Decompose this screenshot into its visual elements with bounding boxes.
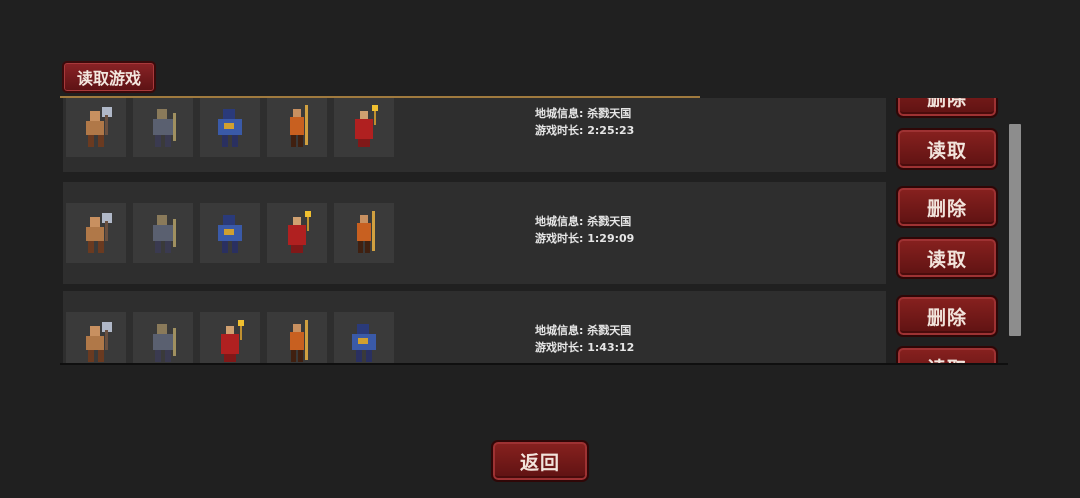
playtime-value: 1:29:09 xyxy=(587,232,635,245)
playtime-label: 游戏时长: xyxy=(535,232,584,245)
dungeon-label: 地城信息: xyxy=(535,107,584,120)
save-slot-3[interactable]: 地城信息: 杀戮天国 游戏时长: 1:43:12 xyxy=(63,291,886,364)
hero-portrait xyxy=(133,312,193,364)
hero-portrait xyxy=(66,312,126,364)
axe-warrior-sprite xyxy=(86,107,112,147)
hero-portrait xyxy=(200,203,260,263)
hero-portrait xyxy=(66,203,126,263)
armored-knight-sprite xyxy=(153,324,176,362)
tab-load-game: 读取游戏 xyxy=(62,61,156,93)
blue-golem-sprite xyxy=(218,109,242,147)
hero-portrait xyxy=(334,98,394,157)
scrollbar-thumb[interactable] xyxy=(1009,124,1021,336)
playtime-value: 1:43:12 xyxy=(587,341,635,354)
hero-portrait xyxy=(200,312,260,364)
dungeon-value: 杀戮天国 xyxy=(587,324,632,337)
hero-portrait xyxy=(267,203,327,263)
hero-portrait xyxy=(133,98,193,157)
hero-portrait xyxy=(66,98,126,157)
dungeon-value: 杀戮天国 xyxy=(587,215,632,228)
save-slot-2[interactable]: 地城信息: 杀戮天国 游戏时长: 1:29:09 xyxy=(63,182,886,284)
delete-button-slot-0[interactable]: 删除 xyxy=(896,98,998,118)
armored-knight-sprite xyxy=(153,215,176,253)
hero-portrait xyxy=(133,203,193,263)
axe-warrior-sprite xyxy=(86,213,112,253)
dungeon-label: 地城信息: xyxy=(535,324,584,337)
red-mage-sprite xyxy=(221,320,244,362)
blue-golem-sprite xyxy=(352,324,376,362)
staff-monk-sprite xyxy=(357,211,375,253)
playtime-label: 游戏时长: xyxy=(535,341,584,354)
dungeon-label: 地城信息: xyxy=(535,215,584,228)
delete-button-slot-3[interactable]: 删除 xyxy=(896,295,998,337)
load-button-slot-3[interactable]: 读取 xyxy=(896,346,998,364)
slot-info: 地城信息: 杀戮天国 游戏时长: 1:43:12 xyxy=(535,322,634,356)
playtime-value: 2:25:23 xyxy=(587,124,635,137)
list-bottom-divider xyxy=(60,363,1008,365)
back-button[interactable]: 返回 xyxy=(491,440,589,482)
hero-portrait xyxy=(267,98,327,157)
playtime-label: 游戏时长: xyxy=(535,124,584,137)
delete-button-slot-2[interactable]: 删除 xyxy=(896,186,998,228)
save-list[interactable]: 删除 地城信息: 杀戮天国 游戏时长: 2:25:23 读取 地城信息: 杀戮天… xyxy=(60,98,1008,364)
red-mage-sprite xyxy=(355,105,378,147)
hero-portrait xyxy=(334,203,394,263)
staff-monk-sprite xyxy=(290,105,308,147)
tab-label: 读取游戏 xyxy=(76,69,141,88)
hero-portrait xyxy=(267,312,327,364)
hero-portrait xyxy=(200,98,260,157)
dungeon-value: 杀戮天国 xyxy=(587,107,632,120)
blue-golem-sprite xyxy=(218,215,242,253)
hero-portrait xyxy=(334,312,394,364)
axe-warrior-sprite xyxy=(86,322,112,362)
load-button-slot-2[interactable]: 读取 xyxy=(896,237,998,279)
load-button-slot-1[interactable]: 读取 xyxy=(896,128,998,170)
red-mage-sprite xyxy=(288,211,311,253)
save-slot-1[interactable]: 地城信息: 杀戮天国 游戏时长: 2:25:23 xyxy=(63,98,886,172)
slot-info: 地城信息: 杀戮天国 游戏时长: 2:25:23 xyxy=(535,105,634,139)
armored-knight-sprite xyxy=(153,109,176,147)
slot-info: 地城信息: 杀戮天国 游戏时长: 1:29:09 xyxy=(535,213,634,247)
staff-monk-sprite xyxy=(290,320,308,362)
